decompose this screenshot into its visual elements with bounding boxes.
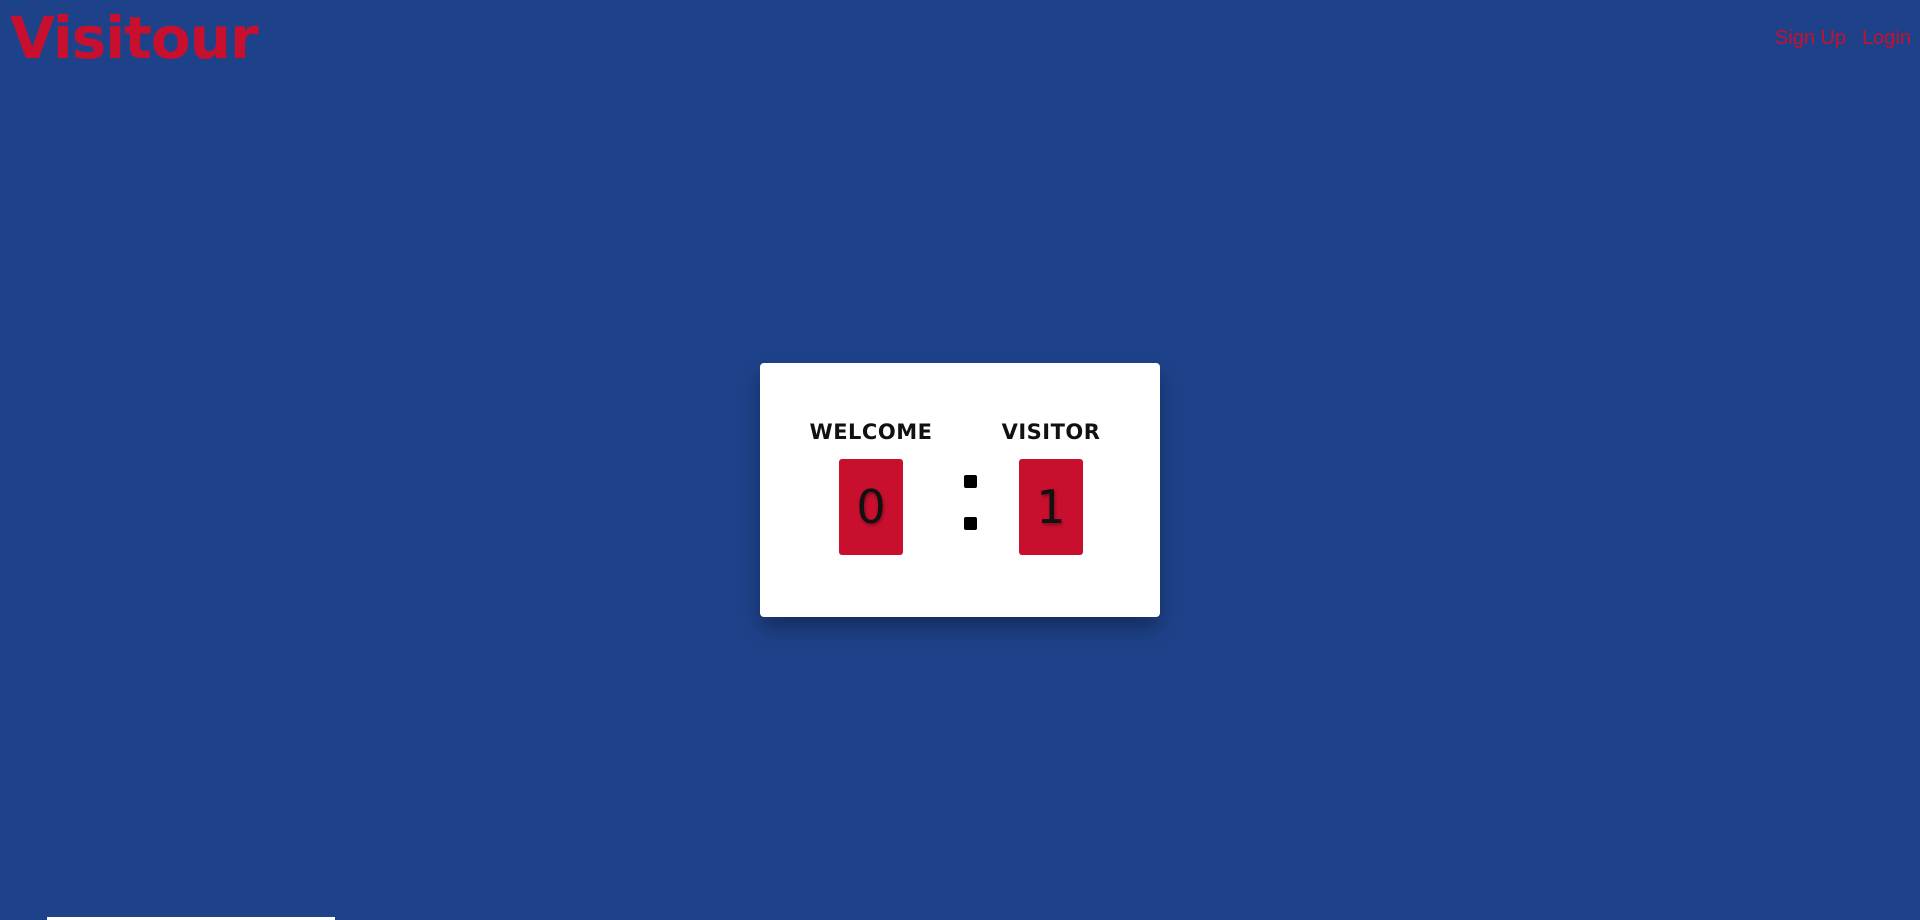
home-team: WELCOME 0 [796, 419, 946, 555]
site-logo[interactable]: Visitour [10, 2, 259, 74]
sign-up-link[interactable]: Sign Up [1775, 25, 1846, 51]
away-team-name: VISITOR [1001, 420, 1101, 444]
top-nav: Sign Up Login [1775, 25, 1911, 51]
away-score: 1 [1019, 459, 1083, 555]
login-link[interactable]: Login [1862, 25, 1911, 51]
home-score: 0 [839, 459, 903, 555]
scoreboard-card: WELCOME 0 VISITOR 1 [760, 363, 1160, 617]
away-team: VISITOR 1 [976, 419, 1126, 555]
page: Visitour Sign Up Login WELCOME 0 VISITOR… [0, 0, 1920, 920]
home-team-name: WELCOME [809, 420, 933, 444]
